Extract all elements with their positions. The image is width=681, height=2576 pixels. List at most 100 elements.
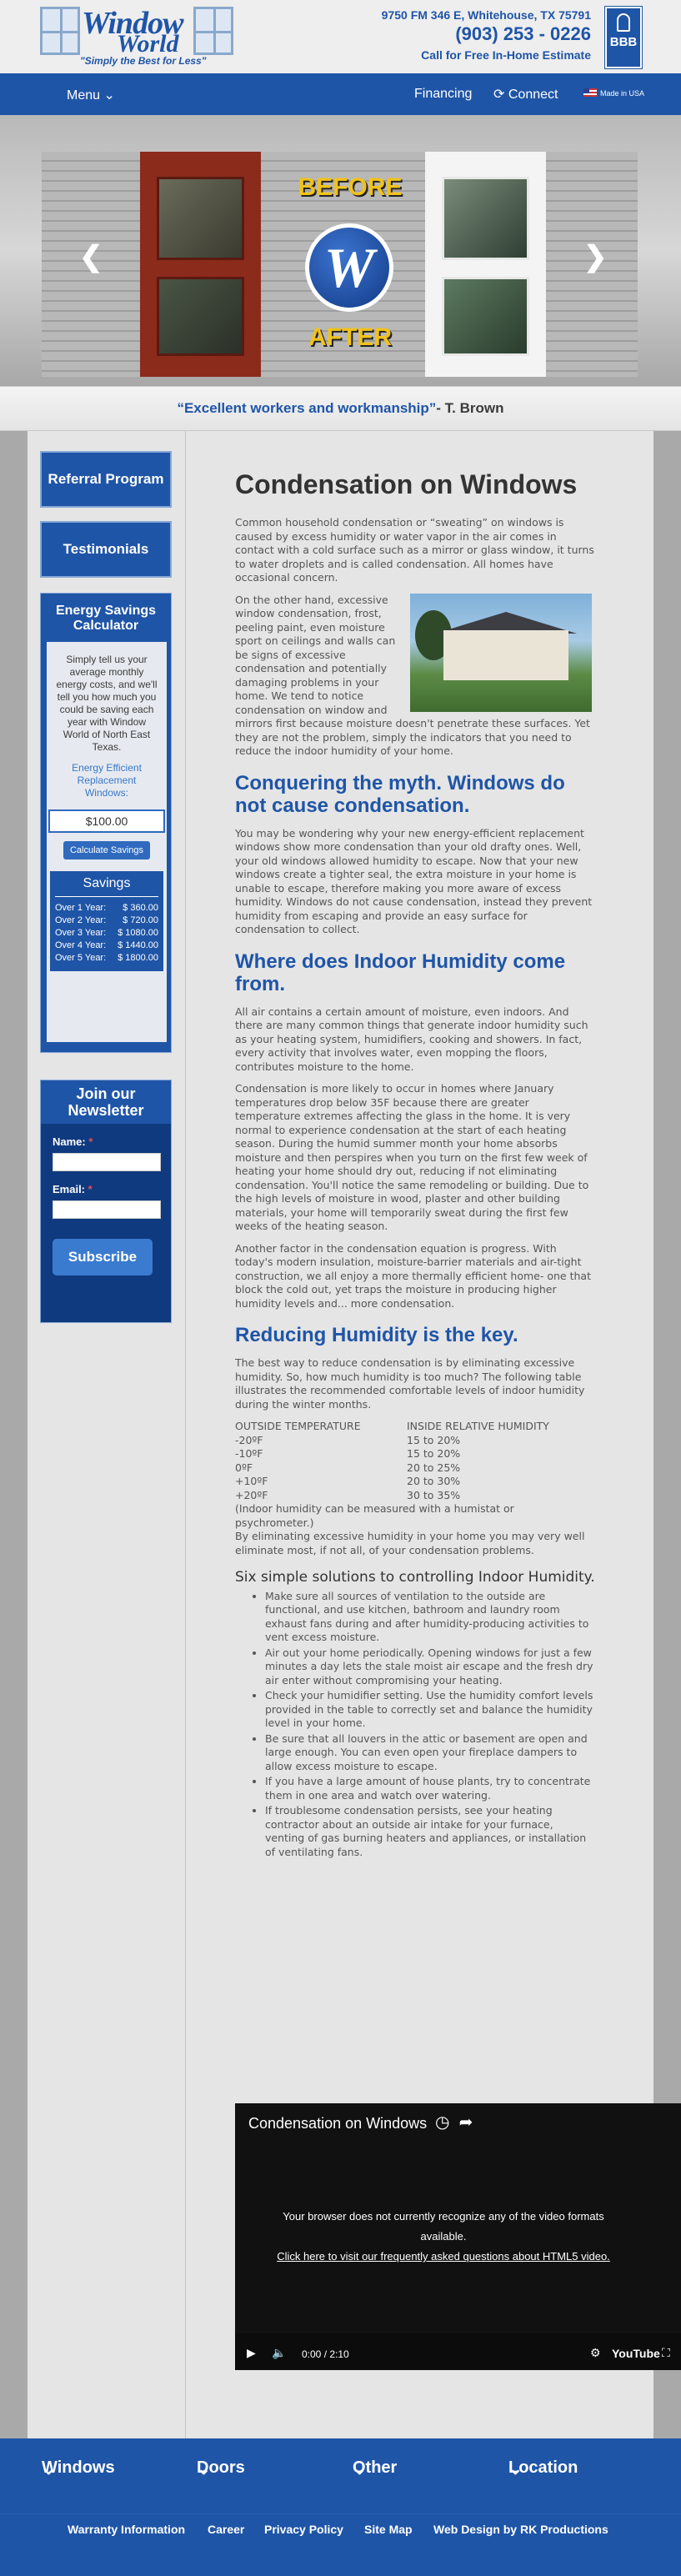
- list-item: Be sure that all louvers in the attic or…: [265, 1732, 595, 1774]
- logo-word-world: World: [117, 30, 179, 58]
- referral-program-button[interactable]: Referral Program: [40, 451, 172, 508]
- video-player[interactable]: Condensation on Windows ◷ ➦ Your browser…: [235, 2103, 681, 2370]
- after-label: AFTER: [308, 323, 392, 351]
- calculator-windows-link[interactable]: Energy Efficient Replacement Windows:: [47, 754, 167, 799]
- page-title: Condensation on Windows: [235, 469, 578, 499]
- savings-results: Savings Over 1 Year: $ 360.00 Over 2 Year…: [50, 871, 163, 971]
- article-paragraph: (Indoor humidity can be measured with a …: [235, 1502, 514, 1529]
- chevron-left-icon[interactable]: ❮: [79, 240, 103, 273]
- footer-link-career[interactable]: Career: [208, 2523, 244, 2536]
- newsletter-title: Join our Newsletter: [41, 1080, 171, 1124]
- subscribe-button[interactable]: Subscribe: [53, 1239, 153, 1275]
- article-paragraph: By eliminating excessive humidity in you…: [235, 1530, 585, 1556]
- testimonials-button[interactable]: Testimonials: [40, 521, 172, 578]
- chevron-down-icon: ⌄: [353, 2460, 367, 2478]
- table-cell: -10ºF: [235, 1447, 263, 1460]
- logo-window-right: [193, 7, 233, 55]
- article-paragraph: Condensation is more likely to occur in …: [235, 1082, 589, 1232]
- page-body: Referral Program Testimonials Energy Sav…: [0, 431, 681, 2438]
- list-item: Check your humidifier setting. Use the h…: [265, 1689, 595, 1731]
- table-cell: 20 to 30%: [407, 1475, 461, 1487]
- savings-period: Over 5 Year:: [55, 953, 107, 963]
- footer-spacer: [0, 2477, 681, 2513]
- play-icon[interactable]: ▶: [247, 2346, 256, 2360]
- savings-amount: $ 1080.00: [118, 928, 158, 938]
- newsletter-signup: Join our Newsletter Name: * Email: * Sub…: [40, 1080, 172, 1323]
- list-item: If you have a large amount of house plan…: [265, 1775, 595, 1802]
- calculator-body: Simply tell us your average monthly ener…: [47, 642, 167, 1042]
- required-mark: *: [88, 1135, 93, 1148]
- savings-amount: $ 720.00: [123, 915, 158, 925]
- calculator-description: Simply tell us your average monthly ener…: [56, 654, 158, 753]
- testimonial-author: - T. Brown: [436, 400, 504, 416]
- footer-nav: Windows ⌄ Doors ⌄ Other ⌄ Location ⌄: [0, 2438, 681, 2478]
- list-item: Make sure all sources of ventilation to …: [265, 1590, 595, 1645]
- youtube-logo[interactable]: YouTube: [612, 2347, 660, 2360]
- solutions-heading: Six simple solutions to controlling Indo…: [235, 1569, 595, 1586]
- video-unsupported-message: Your browser does not currently recogniz…: [268, 2207, 618, 2267]
- chevron-down-icon: ⌄: [197, 2460, 211, 2478]
- main-nav: Menu ⌄ Financing ⟳ Connect Made in USA: [0, 73, 681, 115]
- before-after-slide: BEFORE W AFTER: [42, 152, 638, 377]
- nav-connect[interactable]: ⟳ Connect: [493, 86, 558, 103]
- savings-row: Over 5 Year: $ 1800.00: [55, 952, 158, 965]
- logo-tagline: "Simply the Best for Less": [80, 55, 207, 67]
- made-in-usa-label: Made in USA: [600, 89, 645, 98]
- email-field[interactable]: [53, 1200, 161, 1219]
- old-window-image: [140, 152, 261, 377]
- name-label: Name: *: [53, 1135, 171, 1148]
- volume-icon[interactable]: 🔈: [272, 2346, 286, 2360]
- savings-row: Over 3 Year: $ 1080.00: [55, 927, 158, 940]
- chevron-right-icon[interactable]: ❯: [583, 240, 608, 273]
- savings-amount: $ 1800.00: [118, 953, 158, 963]
- footer-link-sitemap[interactable]: Site Map: [364, 2523, 413, 2536]
- house-shape: [443, 629, 568, 680]
- energy-savings-calculator: Energy Savings Calculator Simply tell us…: [40, 593, 172, 1053]
- testimonial-band: “Excellent workers and workmanship”- T. …: [0, 386, 681, 431]
- monthly-cost-input[interactable]: $100.00: [48, 809, 165, 833]
- nav-connect-label: Connect: [508, 88, 558, 102]
- header-phone[interactable]: (903) 253 - 0226: [382, 23, 591, 45]
- us-flag-icon: [583, 88, 597, 97]
- humidity-table: OUTSIDE TEMPERATURE INSIDE RELATIVE HUMID…: [235, 1420, 595, 1502]
- table-header: INSIDE RELATIVE HUMIDITY: [407, 1420, 549, 1432]
- share-icon[interactable]: ➦: [459, 2113, 473, 2132]
- site-footer: Warranty Information Career Privacy Poli…: [0, 2513, 681, 2576]
- list-item: If troublesome condensation persists, se…: [265, 1804, 595, 1859]
- name-label-text: Name:: [53, 1135, 86, 1148]
- footer-link-warranty[interactable]: Warranty Information: [68, 2523, 185, 2536]
- email-label: Email: *: [53, 1183, 171, 1195]
- footer-link-privacy[interactable]: Privacy Policy: [264, 2523, 343, 2536]
- clock-icon[interactable]: ◷: [435, 2113, 449, 2132]
- article-paragraph: Another factor in the condensation equat…: [235, 1241, 591, 1310]
- new-window-lower-pane: [442, 277, 529, 356]
- video-title[interactable]: Condensation on Windows: [248, 2115, 427, 2132]
- savings-title: Savings: [55, 876, 158, 897]
- settings-gear-icon[interactable]: ⚙: [590, 2346, 601, 2360]
- calculate-savings-button[interactable]: Calculate Savings: [63, 841, 151, 860]
- bbb-accreditation-badge[interactable]: BBB: [604, 6, 643, 69]
- old-window-lower-pane: [157, 277, 244, 356]
- logo-window-left: [40, 7, 80, 55]
- video-message-text: Your browser does not currently recogniz…: [283, 2210, 604, 2243]
- site-header: Window World "Simply the Best for Less" …: [0, 0, 681, 73]
- video-time: 0:00 / 2:10: [302, 2348, 349, 2360]
- section-heading: Reducing Humidity is the key.: [235, 1324, 518, 1346]
- table-cell: 30 to 35%: [407, 1488, 461, 1501]
- savings-period: Over 3 Year:: [55, 928, 107, 938]
- footer-link-web-design[interactable]: Web Design by RK Productions: [433, 2523, 608, 2536]
- bbb-label: BBB: [609, 35, 638, 49]
- menu-toggle[interactable]: Menu ⌄: [67, 87, 115, 103]
- menu-label: Menu: [67, 88, 101, 103]
- html5-faq-link[interactable]: Click here to visit our frequently asked…: [268, 2247, 618, 2267]
- testimonial-quote: “Excellent workers and workmanship”: [177, 400, 437, 416]
- table-header: OUTSIDE TEMPERATURE: [235, 1420, 361, 1432]
- fullscreen-icon[interactable]: ⛶: [662, 2346, 670, 2360]
- nav-financing[interactable]: Financing: [414, 87, 472, 102]
- article-paragraph: You may be wondering why your new energy…: [235, 826, 593, 936]
- share-icon: ⟳: [493, 88, 505, 102]
- savings-period: Over 1 Year:: [55, 903, 107, 913]
- name-field[interactable]: [53, 1153, 161, 1171]
- window-world-logo[interactable]: Window World "Simply the Best for Less": [37, 5, 237, 68]
- calculator-title: Energy Savings Calculator: [55, 604, 157, 633]
